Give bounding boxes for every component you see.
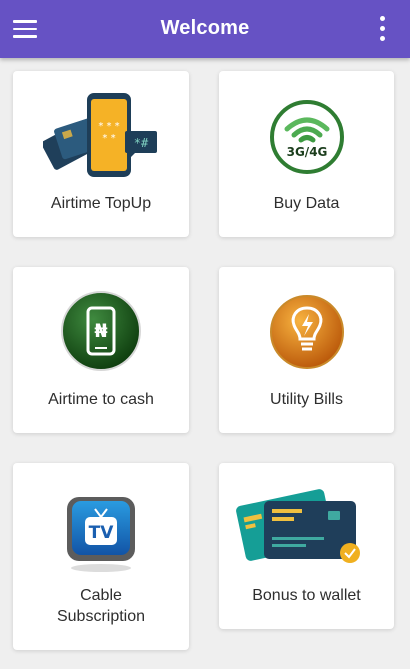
credit-card-icon xyxy=(236,489,360,563)
airtime-to-cash-card[interactable]: ₦ Airtime to cash xyxy=(13,267,189,433)
lightbulb-icon xyxy=(270,295,344,369)
tv-icon: TV xyxy=(67,497,135,572)
buy-data-label: Buy Data xyxy=(273,195,340,212)
svg-text:* *: * * xyxy=(102,133,115,144)
cable-label-line1: Cable xyxy=(80,587,122,604)
data-badge-text: 3G/4G xyxy=(287,145,328,159)
tv-badge-text: TV xyxy=(89,523,115,543)
buy-data-card[interactable]: 3G/4G Buy Data xyxy=(219,71,394,237)
cable-label-line2: Subscription xyxy=(56,608,146,625)
phone-card-icon: * * * * * *# xyxy=(43,93,157,177)
cable-subscription-label: Cable Subscription xyxy=(13,585,189,627)
bonus-to-wallet-label: Bonus to wallet xyxy=(252,587,361,604)
cable-subscription-card[interactable]: TV Cable Subscription xyxy=(13,463,189,650)
keypad-code-text: *# xyxy=(134,136,149,150)
wifi-3g-4g-icon: 3G/4G xyxy=(270,100,344,174)
bonus-to-wallet-card[interactable]: Bonus to wallet xyxy=(219,463,394,629)
airtime-to-cash-label: Airtime to cash xyxy=(48,391,154,408)
svg-text:₦: ₦ xyxy=(94,320,107,342)
naira-phone-icon: ₦ xyxy=(61,291,141,371)
svg-text:* * *: * * * xyxy=(98,121,119,132)
airtime-topup-label: Airtime TopUp xyxy=(50,195,152,212)
more-vertical-icon[interactable] xyxy=(374,16,390,42)
utility-bills-card[interactable]: Utility Bills xyxy=(219,267,394,433)
app-bar: Welcome xyxy=(0,0,410,58)
page-title: Welcome xyxy=(160,17,250,39)
airtime-topup-card[interactable]: * * * * * *# Airtime TopUp xyxy=(13,71,189,237)
utility-bills-label: Utility Bills xyxy=(270,391,343,408)
